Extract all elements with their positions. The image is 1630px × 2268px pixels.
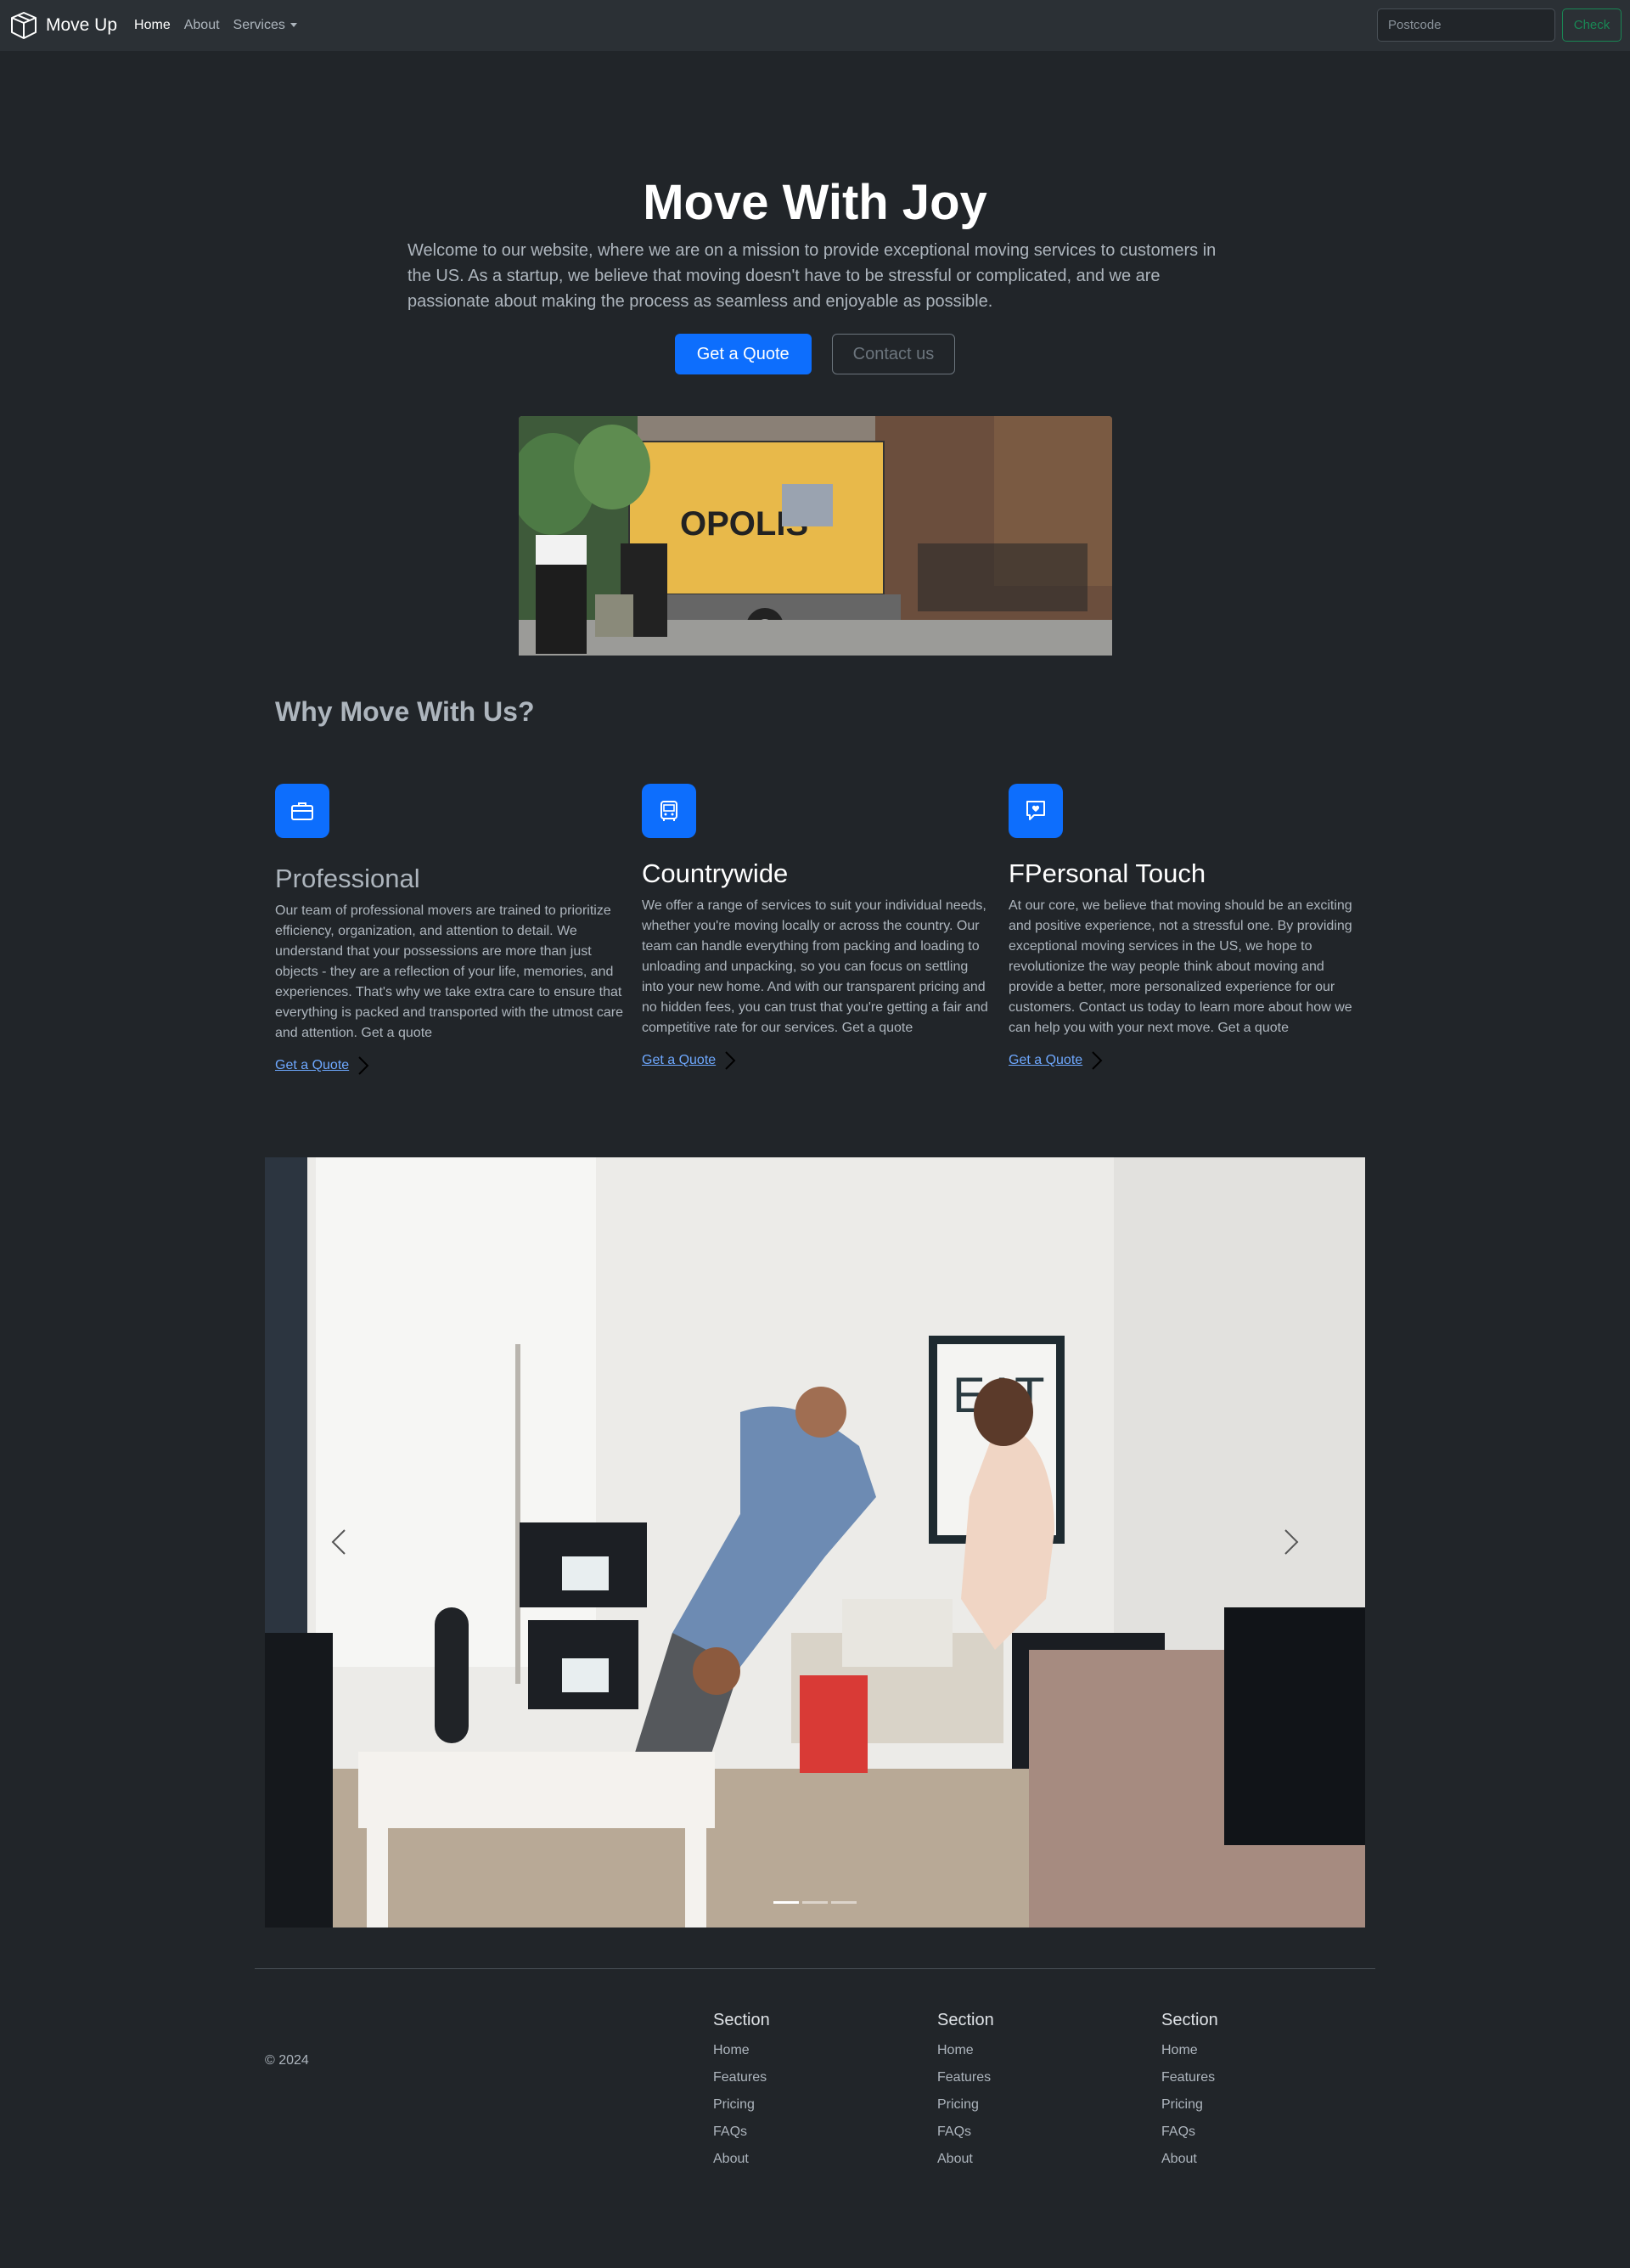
footer-link-faqs[interactable]: FAQs: [713, 2119, 770, 2146]
feature-text: Our team of professional movers are trai…: [275, 903, 623, 1040]
nav-home[interactable]: Home: [134, 18, 171, 33]
footer-link-about[interactable]: About: [937, 2146, 994, 2173]
why-title: Why Move With Us?: [275, 696, 535, 727]
feature-get-quote-link[interactable]: Get a Quote: [275, 1055, 369, 1076]
feature-countrywide: Countrywide We offer a range of services…: [642, 784, 990, 1071]
heart-chat-icon: [1009, 784, 1063, 838]
footer-column-heading: Section: [937, 2011, 994, 2029]
chevron-right-icon: [358, 1056, 369, 1075]
feature-get-quote-link[interactable]: Get a Quote: [1009, 1050, 1103, 1071]
footer-link-pricing[interactable]: Pricing: [713, 2091, 770, 2119]
chevron-right-icon: [1092, 1051, 1103, 1070]
footer-link-home[interactable]: Home: [937, 2037, 994, 2064]
carousel-prev-button[interactable]: [323, 1525, 357, 1559]
footer-link-about[interactable]: About: [1161, 2146, 1218, 2173]
image-carousel[interactable]: EAT: [265, 1157, 1365, 1928]
footer-link-pricing[interactable]: Pricing: [1161, 2091, 1218, 2119]
feature-text: We offer a range of services to suit you…: [642, 898, 988, 1035]
navbar: Move Up Home About Services Check: [0, 0, 1630, 51]
footer-link-faqs[interactable]: FAQs: [1161, 2119, 1218, 2146]
nav-about[interactable]: About: [184, 18, 220, 33]
carousel-indicator[interactable]: [831, 1901, 857, 1904]
feature-link-label: Get a Quote: [275, 1058, 350, 1072]
footer-column: Section Home Features Pricing FAQs About: [713, 2011, 770, 2173]
hero-buttons: Get a Quote Contact us: [0, 334, 1630, 374]
feature-text: At our core, we believe that moving shou…: [1009, 898, 1352, 1035]
brand-link[interactable]: Move Up: [8, 10, 117, 41]
check-button[interactable]: Check: [1562, 8, 1622, 42]
feature-personal-touch: FPersonal Touch At our core, we believe …: [1009, 784, 1357, 1071]
nav-services-label: Services: [233, 18, 285, 32]
hero-image-moving-truck: OPOLIS: [519, 416, 1112, 656]
get-quote-button[interactable]: Get a Quote: [674, 334, 812, 374]
carousel-indicator[interactable]: [773, 1901, 799, 1904]
copyright: © 2024: [265, 2053, 309, 2068]
carousel-indicator[interactable]: [802, 1901, 828, 1904]
footer-column-heading: Section: [713, 2011, 770, 2029]
carousel-slide-image: EAT: [265, 1157, 1365, 1928]
bus-icon: [642, 784, 696, 838]
feature-get-quote-link[interactable]: Get a Quote: [642, 1050, 736, 1071]
brand-name: Move Up: [46, 15, 118, 35]
footer-column: Section Home Features Pricing FAQs About: [937, 2011, 994, 2173]
feature-link-label: Get a Quote: [1009, 1053, 1083, 1067]
feature-title: Professional: [275, 864, 420, 893]
hero-text: Welcome to our website, where we are on …: [408, 241, 1217, 311]
contact-us-button[interactable]: Contact us: [831, 334, 956, 374]
briefcase-icon: [275, 784, 329, 838]
carousel-next-button[interactable]: [1273, 1525, 1307, 1559]
postcode-input[interactable]: [1377, 8, 1555, 42]
footer-link-features[interactable]: Features: [713, 2064, 770, 2091]
footer-link-about[interactable]: About: [713, 2146, 770, 2173]
footer-column: Section Home Features Pricing FAQs About: [1161, 2011, 1218, 2173]
carousel-indicators: [265, 1901, 1365, 1904]
footer-link-home[interactable]: Home: [1161, 2037, 1218, 2064]
feature-title: FPersonal Touch: [1009, 858, 1206, 888]
footer-link-features[interactable]: Features: [1161, 2064, 1218, 2091]
hero-title: Move With Joy: [643, 175, 987, 230]
feature-professional: Professional Our team of professional mo…: [275, 784, 623, 1076]
feature-link-label: Get a Quote: [642, 1053, 717, 1067]
footer-column-heading: Section: [1161, 2011, 1218, 2029]
chevron-right-icon: [1284, 1529, 1299, 1555]
postcode-form: Check: [1377, 8, 1622, 42]
footer-link-home[interactable]: Home: [713, 2037, 770, 2064]
caret-down-icon: [289, 23, 297, 28]
nav-services-dropdown[interactable]: Services: [233, 18, 297, 33]
footer-divider: [255, 1968, 1375, 1969]
footer-link-features[interactable]: Features: [937, 2064, 994, 2091]
chevron-left-icon: [331, 1529, 346, 1555]
box-logo-icon: [11, 12, 37, 39]
chevron-right-icon: [725, 1051, 736, 1070]
feature-title: Countrywide: [642, 858, 789, 888]
footer-link-pricing[interactable]: Pricing: [937, 2091, 994, 2119]
footer-link-faqs[interactable]: FAQs: [937, 2119, 994, 2146]
